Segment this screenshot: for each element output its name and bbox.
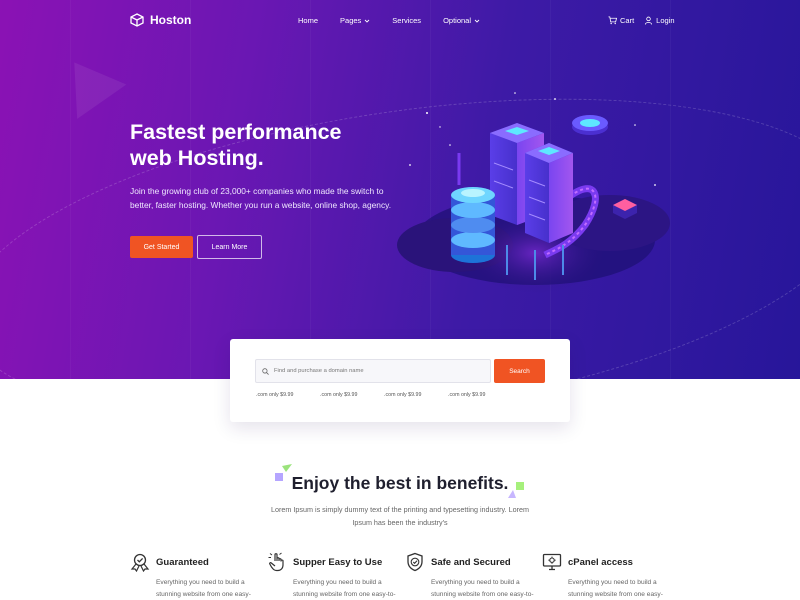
server-illustration <box>397 92 670 293</box>
hero-title-line-1: Fastest performance <box>130 120 342 144</box>
feature-item: Guaranteed Everything you need to build … <box>130 552 260 600</box>
menu-item-label: Pages <box>340 16 362 25</box>
hero-title: Fastest performance web Hosting. <box>130 119 430 171</box>
feature-title: Safe and Secured <box>431 556 511 568</box>
domain-search-card: Search .com only $9.99 .com only $9.99 .… <box>230 339 570 422</box>
feature-description: Everything you need to build a stunning … <box>431 579 534 598</box>
award-ribbon-icon <box>130 553 150 572</box>
user-icon <box>645 16 653 25</box>
brand-name: Hoston <box>150 13 192 27</box>
domain-price: .com only $9.99 <box>448 392 486 398</box>
menu-item-label: Optional <box>443 16 471 25</box>
monitor-gear-icon <box>542 553 562 571</box>
feature-item: cPanel access Everything you need to bui… <box>542 552 672 600</box>
benefits-title: Enjoy the best in benefits. <box>291 473 509 493</box>
shield-check-icon <box>407 552 423 572</box>
account-nav: Cart Login <box>608 16 675 25</box>
benefits-subtitle: Lorem Ipsum is simply dummy text of the … <box>271 505 529 527</box>
hero-title-line-2: web Hosting. <box>130 146 264 170</box>
menu-item-pages[interactable]: Pages <box>340 16 370 25</box>
get-started-button[interactable]: Get Started <box>130 236 193 258</box>
menu-item-label: Services <box>392 16 422 25</box>
search-icon <box>262 367 269 375</box>
chevron-down-icon <box>364 19 370 23</box>
feature-item: Safe and Secured Everything you need to … <box>405 552 535 600</box>
feature-title: cPanel access <box>568 556 633 568</box>
domain-search-input[interactable] <box>274 368 474 374</box>
feature-description: Everything you need to build a stunning … <box>156 579 251 598</box>
top-navbar: Hoston Home Pages Services Optional Cart… <box>0 0 800 42</box>
feature-description: Everything you need to build a stunning … <box>568 579 663 598</box>
chevron-down-icon <box>474 19 480 23</box>
feature-description: Everything you need to build a stunning … <box>293 579 396 598</box>
hero-triangle-decoration <box>49 45 127 119</box>
feature-item: Supper Easy to Use Everything you need t… <box>267 552 397 600</box>
search-button[interactable]: Search <box>494 359 545 383</box>
login-link[interactable]: Login <box>644 16 675 25</box>
cart-icon <box>608 16 617 25</box>
learn-more-button[interactable]: Learn More <box>197 235 262 259</box>
features-list: Guaranteed Everything you need to build … <box>130 552 690 600</box>
brand-logo[interactable]: Hoston <box>130 13 191 27</box>
cube-logo-icon <box>130 13 144 27</box>
menu-item-optional[interactable]: Optional <box>443 16 480 25</box>
menu-item-services[interactable]: Services <box>392 16 421 25</box>
search-field[interactable] <box>255 359 491 383</box>
menu-item-home[interactable]: Home <box>298 16 318 25</box>
feature-title: Supper Easy to Use <box>293 556 383 568</box>
cart-label: Cart <box>620 16 635 25</box>
menu-item-label: Home <box>298 16 319 25</box>
hand-pointer-icon <box>268 552 284 572</box>
domain-price-list: .com only $9.99 .com only $9.99 .com onl… <box>256 392 512 398</box>
hero-section: Hoston Home Pages Services Optional Cart… <box>0 0 800 379</box>
cart-link[interactable]: Cart <box>608 16 634 25</box>
domain-price: .com only $9.99 <box>256 392 294 398</box>
main-menu: Home Pages Services Optional <box>298 16 480 25</box>
hero-subtitle: Join the growing club of 23,000+ compani… <box>130 186 392 210</box>
domain-price: .com only $9.99 <box>320 392 358 398</box>
domain-price: .com only $9.99 <box>384 392 422 398</box>
feature-title: Guaranteed <box>156 556 209 568</box>
login-label: Login <box>656 16 675 25</box>
